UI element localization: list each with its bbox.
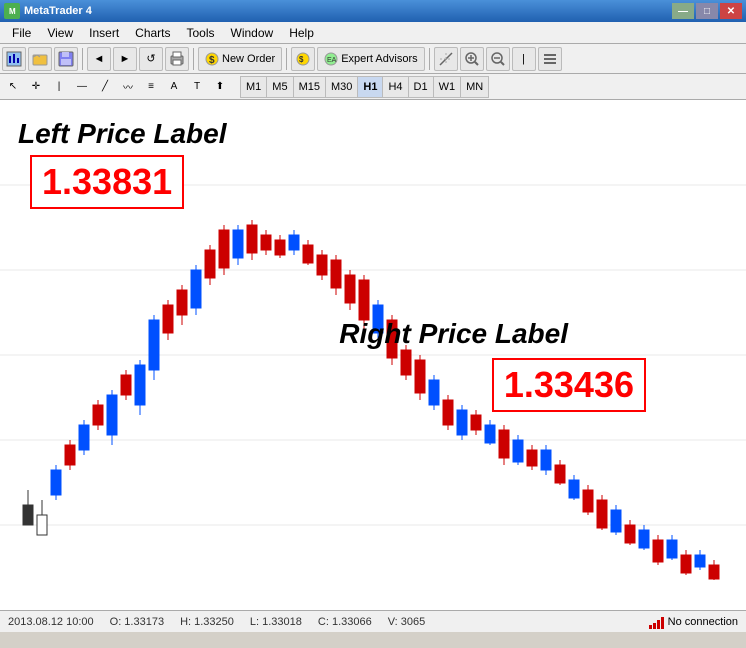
signal-bar-1 bbox=[649, 625, 652, 629]
maximize-button[interactable]: □ bbox=[696, 3, 718, 19]
svg-text:EA: EA bbox=[327, 57, 337, 64]
tf-d1[interactable]: D1 bbox=[408, 76, 433, 98]
label-tool[interactable]: A bbox=[163, 76, 185, 98]
chart-area[interactable]: Left Price Label 1.33831 Right Price Lab… bbox=[0, 100, 746, 610]
print-button[interactable] bbox=[165, 47, 189, 71]
back-button[interactable]: ◄ bbox=[87, 47, 111, 71]
menu-charts[interactable]: Charts bbox=[127, 24, 178, 42]
menu-view[interactable]: View bbox=[39, 24, 81, 42]
status-open: O: 1.33173 bbox=[110, 616, 164, 628]
signal-bar-4 bbox=[661, 617, 664, 629]
svg-text:M: M bbox=[9, 7, 16, 16]
menu-window[interactable]: Window bbox=[223, 24, 282, 42]
open-button[interactable] bbox=[28, 47, 52, 71]
arrow-tool[interactable]: ⬆ bbox=[209, 76, 231, 98]
text-label-tool[interactable]: T bbox=[186, 76, 208, 98]
zoom-out-button[interactable] bbox=[486, 47, 510, 71]
signal-bars-icon bbox=[649, 615, 664, 629]
status-datetime: 2013.08.12 10:00 bbox=[8, 616, 94, 628]
wave-tool[interactable]: 〰 bbox=[117, 76, 139, 98]
trend-line-tool[interactable]: ╱ bbox=[94, 76, 116, 98]
svg-text:$: $ bbox=[299, 55, 304, 64]
separator bbox=[82, 48, 83, 70]
crosshair-tool[interactable]: ✛ bbox=[25, 76, 47, 98]
close-button[interactable]: ✕ bbox=[720, 3, 742, 19]
timeframe-buttons: M1 M5 M15 M30 H1 H4 D1 W1 MN bbox=[240, 76, 489, 98]
cursor-tool[interactable]: ↖ bbox=[2, 76, 24, 98]
indicator-button[interactable] bbox=[434, 47, 458, 71]
tf-h1[interactable]: H1 bbox=[357, 76, 382, 98]
menu-tools[interactable]: Tools bbox=[179, 24, 223, 42]
menu-help[interactable]: Help bbox=[281, 24, 322, 42]
tf-w1[interactable]: W1 bbox=[433, 76, 461, 98]
app-icon: M bbox=[4, 3, 20, 19]
new-order-button[interactable]: $ New Order bbox=[198, 47, 282, 71]
text-tool[interactable]: ≡ bbox=[140, 76, 162, 98]
left-price-label-title: Left Price Label bbox=[18, 118, 227, 150]
tf-h4[interactable]: H4 bbox=[382, 76, 407, 98]
save-button[interactable] bbox=[54, 47, 78, 71]
expert-advisors-button[interactable]: EA Expert Advisors bbox=[317, 47, 424, 71]
separator-4 bbox=[429, 48, 430, 70]
separator-3 bbox=[286, 48, 287, 70]
signal-bar-2 bbox=[653, 623, 656, 629]
zoom-in-button[interactable] bbox=[460, 47, 484, 71]
tf-m5[interactable]: M5 bbox=[266, 76, 292, 98]
refresh-button[interactable]: ↺ bbox=[139, 47, 163, 71]
status-volume: V: 3065 bbox=[388, 616, 426, 628]
tf-mn[interactable]: MN bbox=[460, 76, 489, 98]
title-bar: M MetaTrader 4 — □ ✕ bbox=[0, 0, 746, 22]
horizontal-line-tool[interactable]: — bbox=[71, 76, 93, 98]
no-connection-label: No connection bbox=[668, 616, 738, 628]
status-high: H: 1.33250 bbox=[180, 616, 234, 628]
tf-m1[interactable]: M1 bbox=[240, 76, 266, 98]
status-bar: 2013.08.12 10:00 O: 1.33173 H: 1.33250 L… bbox=[0, 610, 746, 632]
separator-button[interactable]: | bbox=[512, 47, 536, 71]
signal-bar-3 bbox=[657, 620, 660, 629]
toolbar-main: ◄ ► ↺ $ New Order $ EA Expert Advisors | bbox=[0, 44, 746, 74]
menu-file[interactable]: File bbox=[4, 24, 39, 42]
separator-2 bbox=[193, 48, 194, 70]
connection-status: No connection bbox=[649, 615, 738, 629]
properties-button[interactable] bbox=[538, 47, 562, 71]
status-close: C: 1.33066 bbox=[318, 616, 372, 628]
left-price-value: 1.33831 bbox=[30, 155, 184, 209]
forward-button[interactable]: ► bbox=[113, 47, 137, 71]
app-title: MetaTrader 4 bbox=[24, 5, 92, 17]
menu-bar: File View Insert Charts Tools Window Hel… bbox=[0, 22, 746, 44]
calc-button[interactable]: $ bbox=[291, 47, 315, 71]
right-price-value: 1.33436 bbox=[492, 358, 646, 412]
menu-insert[interactable]: Insert bbox=[81, 24, 127, 42]
status-low: L: 1.33018 bbox=[250, 616, 302, 628]
vertical-line-tool[interactable]: | bbox=[48, 76, 70, 98]
right-price-label-title: Right Price Label bbox=[339, 318, 568, 350]
new-chart-button[interactable] bbox=[2, 47, 26, 71]
svg-text:$: $ bbox=[209, 55, 215, 66]
toolbar-drawing: ↖ ✛ | — ╱ 〰 ≡ A T ⬆ M1 M5 M15 M30 H1 H4 … bbox=[0, 74, 746, 100]
minimize-button[interactable]: — bbox=[672, 3, 694, 19]
tf-m15[interactable]: M15 bbox=[293, 76, 325, 98]
tf-m30[interactable]: M30 bbox=[325, 76, 357, 98]
